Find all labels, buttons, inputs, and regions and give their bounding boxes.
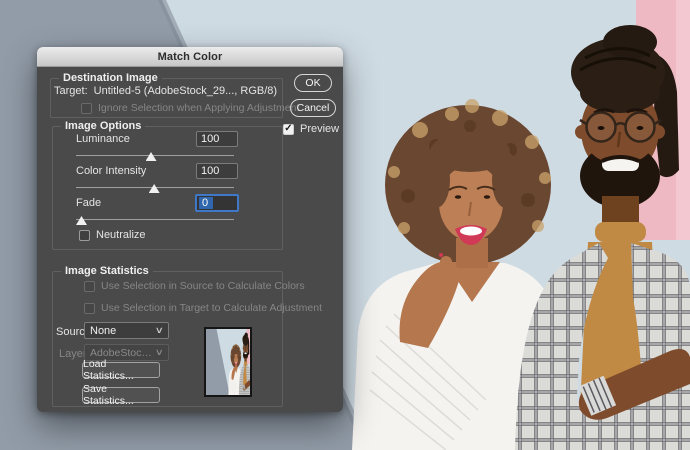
source-dropdown[interactable]: None ∨ <box>84 322 169 339</box>
use-source-checkbox <box>84 281 95 292</box>
color-intensity-value-field[interactable]: 100 <box>196 163 238 179</box>
fade-label: Fade <box>76 197 101 209</box>
luminance-value-field[interactable]: 100 <box>196 131 238 147</box>
color-intensity-slider-thumb[interactable] <box>149 184 160 193</box>
chevron-down-icon-disabled: ∨ <box>155 347 164 358</box>
source-image-thumbnail <box>204 327 252 397</box>
ignore-selection-label: Ignore Selection when Applying Adjustmen… <box>98 102 299 114</box>
neutralize-checkbox[interactable] <box>79 230 90 241</box>
ok-button[interactable]: OK <box>294 74 332 92</box>
image-statistics-legend: Image Statistics <box>61 265 153 277</box>
source-dropdown-value: None <box>90 325 152 337</box>
preview-checkbox[interactable]: ✓ <box>283 124 294 135</box>
use-source-label: Use Selection in Source to Calculate Col… <box>101 280 305 292</box>
dialog-title: Match Color <box>158 51 223 63</box>
use-target-label: Use Selection in Target to Calculate Adj… <box>101 302 322 314</box>
save-statistics-button[interactable]: Save Statistics... <box>82 387 160 403</box>
cancel-button[interactable]: Cancel <box>290 99 336 117</box>
fade-slider[interactable] <box>76 218 234 228</box>
destination-image-legend: Destination Image <box>59 72 162 84</box>
use-target-checkbox <box>84 303 95 314</box>
image-options-group: Image Options Luminance 100 Color Intens… <box>52 126 283 250</box>
target-label: Target: <box>54 85 88 97</box>
fade-slider-thumb[interactable] <box>76 216 87 225</box>
use-source-row: Use Selection in Source to Calculate Col… <box>84 280 305 292</box>
preview-row[interactable]: ✓ Preview <box>283 123 339 135</box>
ignore-selection-checkbox <box>81 103 92 114</box>
fade-value-selected-text: 0 <box>199 197 213 209</box>
image-statistics-group: Image Statistics Use Selection in Source… <box>52 271 283 407</box>
luminance-label-row: Luminance <box>76 133 130 145</box>
fade-value-field[interactable]: 0 <box>195 194 239 212</box>
ignore-selection-row: Ignore Selection when Applying Adjustmen… <box>81 102 299 114</box>
chevron-down-icon: ∨ <box>155 325 164 336</box>
check-icon: ✓ <box>284 124 292 134</box>
image-options-legend: Image Options <box>61 120 145 132</box>
load-statistics-button[interactable]: Load Statistics... <box>82 362 160 378</box>
luminance-slider-thumb[interactable] <box>146 152 157 161</box>
luminance-label: Luminance <box>76 133 130 145</box>
preview-label: Preview <box>300 123 339 135</box>
target-row: Target: Untitled-5 (AdobeStock_29..., RG… <box>54 85 277 97</box>
neutralize-row[interactable]: Neutralize <box>79 229 146 241</box>
fade-slider-track <box>76 219 234 220</box>
screen: Match Color Destination Image Target: Un… <box>0 0 690 450</box>
color-intensity-label: Color Intensity <box>76 165 146 177</box>
target-value: Untitled-5 (AdobeStock_29..., RGB/8) <box>94 85 277 97</box>
luminance-slider-track <box>76 155 234 156</box>
use-target-row: Use Selection in Target to Calculate Adj… <box>84 302 322 314</box>
destination-image-group: Destination Image Target: Untitled-5 (Ad… <box>50 78 283 118</box>
match-color-dialog: Match Color Destination Image Target: Un… <box>37 47 343 412</box>
fade-label-row: Fade <box>76 197 101 209</box>
neutralize-label: Neutralize <box>96 229 146 241</box>
layer-dropdown-value: AdobeStock_294682... <box>90 347 152 359</box>
dialog-titlebar[interactable]: Match Color <box>37 47 343 67</box>
color-intensity-label-row: Color Intensity <box>76 165 146 177</box>
